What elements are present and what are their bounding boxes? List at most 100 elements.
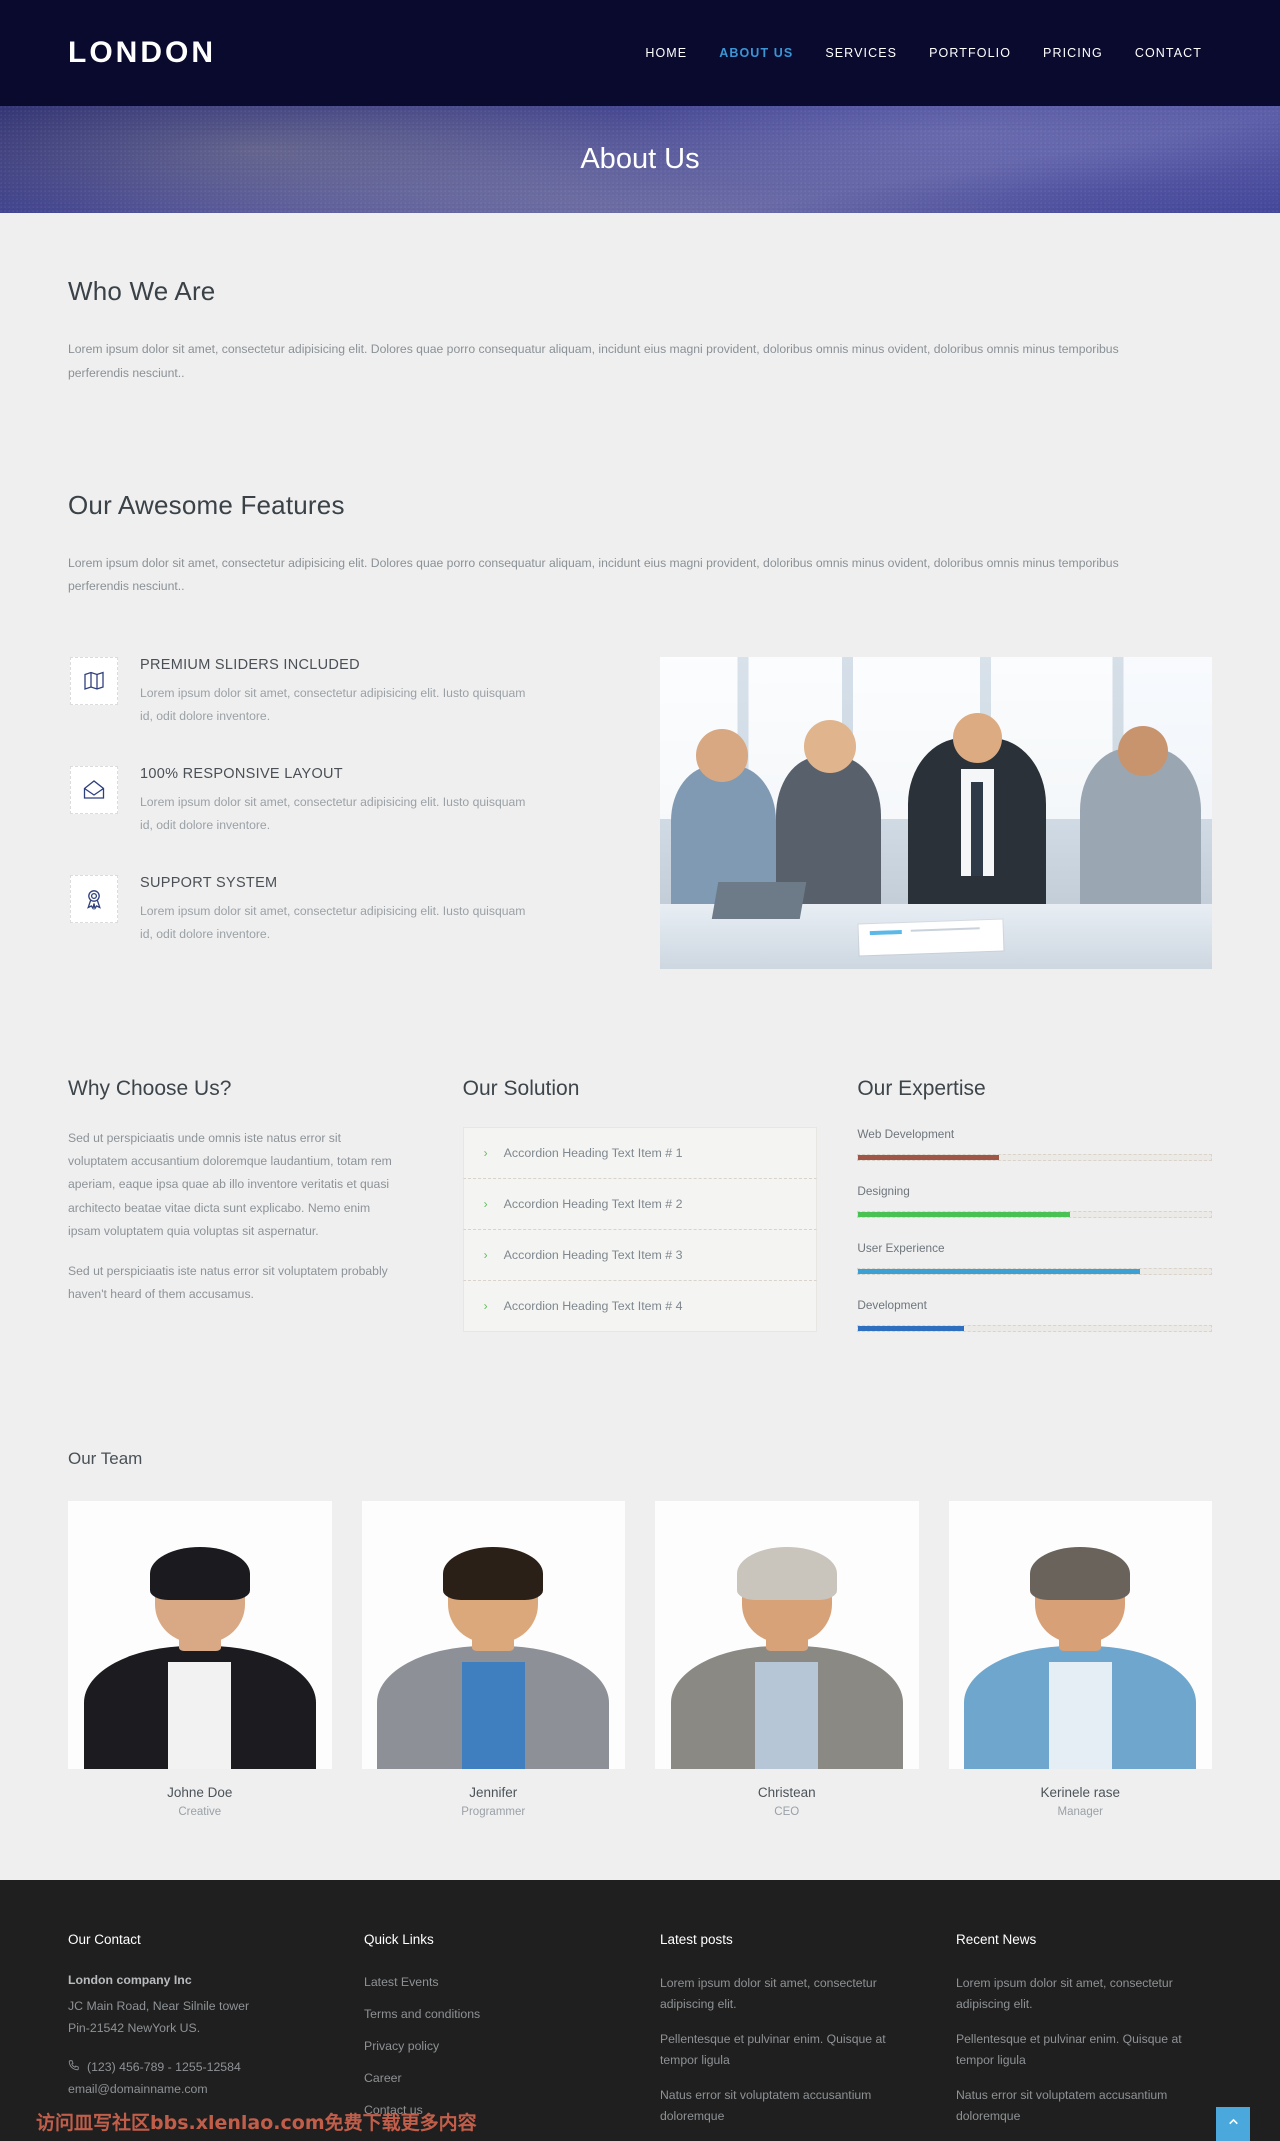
list-item: Contact us xyxy=(364,2101,620,2119)
accordion-item-label: Accordion Heading Text Item # 4 xyxy=(503,1299,683,1314)
quick-link[interactable]: Latest Events xyxy=(364,1975,439,1989)
who-we-are-body: Lorem ipsum dolor sit amet, consectetur … xyxy=(68,342,1119,380)
our-expertise-column: Our Expertise Web Development Designing … xyxy=(857,1077,1213,1355)
skill-progress-fill xyxy=(858,1326,965,1332)
features-body: Lorem ipsum dolor sit amet, consectetur … xyxy=(68,555,1119,594)
our-team-title: Our Team xyxy=(68,1449,143,1469)
quick-link[interactable]: Terms and conditions xyxy=(364,2007,480,2021)
feature-title: PREMIUM SLIDERS INCLUDED xyxy=(140,657,360,674)
three-column-section: Why Choose Us? Sed ut perspiciaatis unde… xyxy=(68,969,1213,1355)
latest-post-item[interactable]: Pellentesque et pulvinar enim. Quisque a… xyxy=(660,2029,916,2071)
chevron-right-icon: › xyxy=(483,1248,488,1263)
main-navigation: HOME ABOUT US SERVICES PORTFOLIO PRICING… xyxy=(645,46,1212,60)
latest-post-item[interactable]: Natus error sit voluptatem accusantium d… xyxy=(660,2085,916,2127)
accordion-item-label: Accordion Heading Text Item # 2 xyxy=(503,1197,683,1212)
nav-item-services[interactable]: SERVICES xyxy=(825,46,897,60)
footer-quick-links-list: Latest Events Terms and conditions Priva… xyxy=(364,1973,620,2119)
footer-quick-links-column: Quick Links Latest Events Terms and cond… xyxy=(364,1932,620,2141)
chevron-right-icon: › xyxy=(483,1299,488,1314)
page-title: About Us xyxy=(580,143,700,175)
nav-item-portfolio[interactable]: PORTFOLIO xyxy=(929,46,1011,60)
footer-company-name: London company Inc xyxy=(68,1973,192,1988)
feature-title: 100% RESPONSIVE LAYOUT xyxy=(140,766,343,783)
chevron-right-icon: › xyxy=(483,1197,488,1212)
why-choose-us-paragraph-2: Sed ut perspiciaatis iste natus error si… xyxy=(68,1263,388,1302)
footer-latest-posts-title: Latest posts xyxy=(660,1932,733,1948)
accordion-item-label: Accordion Heading Text Item # 1 xyxy=(503,1146,683,1161)
our-expertise-title: Our Expertise xyxy=(857,1077,986,1101)
brand-logo[interactable]: LONDON xyxy=(68,36,216,70)
recent-news-item[interactable]: Pellentesque et pulvinar enim. Quisque a… xyxy=(956,2029,1212,2071)
skill-progress-fill xyxy=(858,1269,1141,1275)
recent-news-item[interactable]: Lorem ipsum dolor sit amet, consectetur … xyxy=(956,1973,1212,2015)
why-choose-us-title: Why Choose Us? xyxy=(68,1077,232,1101)
features-title: Our Awesome Features xyxy=(68,489,345,520)
feature-text: Lorem ipsum dolor sit amet, consectetur … xyxy=(140,904,526,941)
envelope-open-icon xyxy=(70,766,118,815)
team-member-photo xyxy=(68,1501,332,1770)
features-section: Our Awesome Features Lorem ipsum dolor s… xyxy=(68,386,1212,970)
skill-label: User Experience xyxy=(857,1241,945,1256)
team-member-card[interactable]: Jennifer Programmer xyxy=(361,1501,625,1819)
chevron-right-icon: › xyxy=(483,1146,488,1161)
quick-link[interactable]: Privacy policy xyxy=(364,2039,439,2053)
skill-progress-bar xyxy=(857,1268,1213,1276)
skill-label: Designing xyxy=(857,1184,910,1199)
team-meeting-photo xyxy=(660,657,1212,970)
feature-image-column xyxy=(660,657,1212,970)
accordion-item[interactable]: › Accordion Heading Text Item # 3 xyxy=(462,1230,818,1282)
team-member-photo xyxy=(361,1501,625,1770)
accordion-item[interactable]: › Accordion Heading Text Item # 1 xyxy=(462,1127,818,1180)
footer-address-line-2: Pin-21542 NewYork US. xyxy=(68,2020,201,2035)
accordion-item[interactable]: › Accordion Heading Text Item # 2 xyxy=(462,1179,818,1231)
feature-list: PREMIUM SLIDERS INCLUDED Lorem ipsum dol… xyxy=(68,657,600,945)
feature-item: PREMIUM SLIDERS INCLUDED Lorem ipsum dol… xyxy=(70,657,600,727)
footer-recent-news-title: Recent News xyxy=(956,1932,1037,1948)
feature-item: 100% RESPONSIVE LAYOUT Lorem ipsum dolor… xyxy=(70,766,600,836)
accordion-item-label: Accordion Heading Text Item # 3 xyxy=(503,1248,683,1263)
feature-title: SUPPORT SYSTEM xyxy=(140,875,278,892)
team-member-name: Jennifer xyxy=(469,1785,518,1801)
site-header: LONDON HOME ABOUT US SERVICES PORTFOLIO … xyxy=(0,0,1280,106)
skill-progress-bar xyxy=(857,1154,1213,1162)
footer-quick-links-title: Quick Links xyxy=(364,1932,434,1948)
skill-progress-fill xyxy=(858,1155,1000,1161)
award-ribbon-icon xyxy=(70,875,118,924)
team-grid: Johne Doe Creative Jennifer Programmer C… xyxy=(68,1501,1212,1818)
nav-item-contact[interactable]: CONTACT xyxy=(1135,46,1202,60)
nav-item-pricing[interactable]: PRICING xyxy=(1043,46,1103,60)
team-member-name: Kerinele rase xyxy=(1040,1785,1121,1801)
scroll-to-top-button[interactable] xyxy=(1216,2107,1250,2141)
accordion-item[interactable]: › Accordion Heading Text Item # 4 xyxy=(462,1281,818,1333)
feature-text: Lorem ipsum dolor sit amet, consectetur … xyxy=(140,795,526,832)
who-we-are-section: Who We Are Lorem ipsum dolor sit amet, c… xyxy=(68,213,1212,386)
skill-progress-bar xyxy=(857,1325,1213,1333)
skill-label: Development xyxy=(857,1298,927,1313)
team-member-card[interactable]: Johne Doe Creative xyxy=(68,1501,332,1818)
recent-news-item[interactable]: Natus error sit voluptatem accusantium d… xyxy=(956,2085,1212,2127)
skill-label: Web Development xyxy=(857,1127,955,1142)
feature-text: Lorem ipsum dolor sit amet, consectetur … xyxy=(140,686,526,723)
team-member-role: CEO xyxy=(774,1806,800,1819)
nav-item-about-us[interactable]: ABOUT US xyxy=(719,46,793,60)
list-item: Career xyxy=(364,2069,620,2087)
footer-contact-column: Our Contact London company Inc JC Main R… xyxy=(68,1932,324,2141)
team-member-role: Programmer xyxy=(461,1806,526,1819)
list-item: Terms and conditions xyxy=(364,2005,620,2023)
team-member-role: Manager xyxy=(1057,1806,1103,1819)
team-member-card[interactable]: Christean CEO xyxy=(655,1501,919,1818)
team-member-photo xyxy=(948,1501,1212,1770)
footer-phone-number: (123) 456-789 - 1255-12584 xyxy=(87,2060,241,2075)
team-member-card[interactable]: Kerinele rase Manager xyxy=(948,1501,1212,1819)
quick-link[interactable]: Contact us xyxy=(364,2103,423,2117)
our-solution-column: Our Solution › Accordion Heading Text It… xyxy=(462,1077,818,1355)
latest-post-item[interactable]: Lorem ipsum dolor sit amet, consectetur … xyxy=(660,1973,916,2015)
who-we-are-title: Who We Are xyxy=(68,276,216,306)
footer-email[interactable]: email@domainname.com xyxy=(68,2079,324,2101)
hero-banner: About Us xyxy=(0,106,1280,213)
nav-item-home[interactable]: HOME xyxy=(645,46,687,60)
footer-phone[interactable]: (123) 456-789 - 1255-12584 xyxy=(68,2057,324,2079)
map-icon xyxy=(70,657,118,706)
team-member-role: Creative xyxy=(178,1806,222,1819)
quick-link[interactable]: Career xyxy=(364,2071,402,2085)
